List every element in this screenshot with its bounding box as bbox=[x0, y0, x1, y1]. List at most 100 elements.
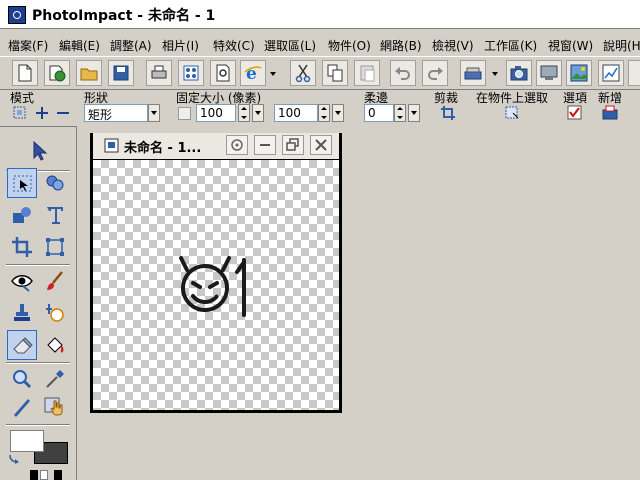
undo-icon bbox=[395, 67, 410, 80]
new-object-icon[interactable] bbox=[602, 105, 618, 121]
standard-selection-tool[interactable] bbox=[7, 168, 37, 198]
paint-tool[interactable] bbox=[40, 266, 70, 296]
swap-colors-icon[interactable] bbox=[8, 452, 20, 464]
width-field[interactable]: 100 bbox=[196, 104, 236, 122]
new-selection-mode-icon[interactable] bbox=[12, 105, 28, 121]
width-dropdown[interactable] bbox=[252, 104, 264, 122]
open-web-button[interactable] bbox=[44, 60, 70, 86]
close-icon bbox=[315, 139, 327, 151]
fill-tool[interactable] bbox=[40, 330, 70, 360]
undo-button[interactable] bbox=[390, 60, 416, 86]
soft-edge-spinner[interactable] bbox=[394, 104, 406, 122]
camera-button[interactable] bbox=[506, 60, 532, 86]
paste-button[interactable] bbox=[354, 60, 380, 86]
menu-edit[interactable]: 編輯(E) bbox=[59, 37, 100, 54]
menu-selection[interactable]: 選取區(L) bbox=[264, 37, 316, 54]
document-preview-button[interactable] bbox=[226, 135, 248, 155]
scanner-button[interactable] bbox=[460, 60, 486, 86]
crop-icon[interactable] bbox=[440, 105, 456, 121]
default-color-black[interactable] bbox=[30, 470, 38, 480]
standard-toolbar: e bbox=[0, 56, 640, 90]
menu-window[interactable]: 視窗(W) bbox=[548, 37, 593, 54]
zoom-tool[interactable] bbox=[7, 364, 37, 394]
pick-tool[interactable] bbox=[24, 136, 54, 166]
magic-wand-selection-tool[interactable] bbox=[40, 168, 70, 198]
menu-workspace[interactable]: 工作區(K) bbox=[484, 37, 537, 54]
new-button[interactable] bbox=[12, 60, 38, 86]
save-button[interactable] bbox=[108, 60, 134, 86]
toolbar-overflow-button[interactable] bbox=[628, 60, 640, 86]
transform-tool[interactable] bbox=[40, 232, 70, 262]
magnifier-icon bbox=[13, 370, 32, 389]
arrow-pointer-icon bbox=[33, 140, 48, 161]
screen-capture-icon bbox=[540, 65, 558, 80]
height-field[interactable]: 100 bbox=[274, 104, 318, 122]
red-eye-tool[interactable] bbox=[7, 266, 37, 296]
eyedropper-tool[interactable] bbox=[40, 364, 70, 394]
stamp-tool[interactable] bbox=[7, 298, 37, 328]
width-spinner[interactable] bbox=[238, 104, 250, 122]
menu-help[interactable]: 說明(H) bbox=[603, 37, 640, 54]
cut-button[interactable] bbox=[290, 60, 316, 86]
foreground-color-swatch[interactable] bbox=[10, 430, 44, 452]
shape-select-dropdown[interactable] bbox=[148, 104, 160, 122]
menu-file[interactable]: 檔案(F) bbox=[8, 37, 48, 54]
copy-button[interactable] bbox=[322, 60, 348, 86]
soft-edge-field[interactable]: 0 bbox=[364, 104, 394, 122]
print-button[interactable] bbox=[146, 60, 172, 86]
document-minimize-button[interactable] bbox=[254, 135, 276, 155]
tool-panel bbox=[0, 126, 77, 480]
line-tool[interactable] bbox=[7, 392, 37, 422]
menu-web[interactable]: 網路(B) bbox=[380, 37, 422, 54]
cut-icon bbox=[295, 64, 311, 83]
subtract-selection-mode-icon[interactable] bbox=[55, 105, 71, 121]
document-close-button[interactable] bbox=[310, 135, 332, 155]
crop-tool[interactable] bbox=[7, 232, 37, 262]
graph-button[interactable] bbox=[598, 60, 624, 86]
redo-icon bbox=[428, 67, 443, 80]
image-canvas[interactable] bbox=[93, 160, 339, 410]
shape-select[interactable]: 矩形 bbox=[84, 104, 148, 122]
options-checkbox-icon[interactable] bbox=[567, 105, 583, 121]
default-color-black-alt[interactable] bbox=[54, 470, 62, 480]
ie-browser-icon: e bbox=[244, 64, 262, 83]
height-dropdown[interactable] bbox=[332, 104, 344, 122]
default-color-white[interactable] bbox=[40, 470, 48, 480]
scanner-dropdown[interactable] bbox=[490, 60, 500, 86]
image-icon bbox=[570, 64, 588, 82]
browser-dropdown[interactable] bbox=[268, 60, 278, 86]
tool-divider bbox=[6, 424, 70, 426]
menu-adjust[interactable]: 調整(A) bbox=[110, 37, 152, 54]
stamp-icon bbox=[14, 304, 30, 321]
screen-capture-button[interactable] bbox=[536, 60, 562, 86]
scanner-icon bbox=[464, 67, 482, 80]
path-drawing-tool[interactable] bbox=[7, 200, 37, 230]
text-tool[interactable] bbox=[40, 200, 70, 230]
lasso-selection-icon bbox=[46, 175, 64, 191]
save-icon bbox=[113, 65, 129, 81]
height-spinner[interactable] bbox=[318, 104, 330, 122]
print-preview-button[interactable] bbox=[210, 60, 236, 86]
document-restore-button[interactable] bbox=[282, 135, 304, 155]
image-button[interactable] bbox=[566, 60, 592, 86]
panning-tool[interactable] bbox=[40, 392, 70, 422]
clone-tool[interactable] bbox=[40, 298, 70, 328]
crop-tool-icon bbox=[12, 237, 32, 257]
photoimpact-app-icon[interactable] bbox=[8, 6, 26, 24]
paint-bucket-icon bbox=[47, 337, 64, 353]
print-icon bbox=[151, 65, 167, 79]
menu-view[interactable]: 檢視(V) bbox=[432, 37, 474, 54]
redo-button[interactable] bbox=[422, 60, 448, 86]
open-web-icon bbox=[49, 65, 66, 82]
add-selection-mode-icon[interactable] bbox=[34, 105, 50, 121]
fixed-size-checkbox[interactable] bbox=[178, 107, 191, 120]
menu-effect[interactable]: 特效(C) bbox=[213, 37, 255, 54]
eraser-tool[interactable] bbox=[7, 330, 37, 360]
menu-object[interactable]: 物件(O) bbox=[328, 37, 371, 54]
menu-photo[interactable]: 相片(I) bbox=[162, 37, 199, 54]
select-on-object-icon[interactable] bbox=[504, 105, 520, 121]
batch-button[interactable] bbox=[178, 60, 204, 86]
soft-edge-dropdown[interactable] bbox=[408, 104, 420, 122]
open-button[interactable] bbox=[76, 60, 102, 86]
browser-preview-button[interactable]: e bbox=[240, 60, 266, 86]
